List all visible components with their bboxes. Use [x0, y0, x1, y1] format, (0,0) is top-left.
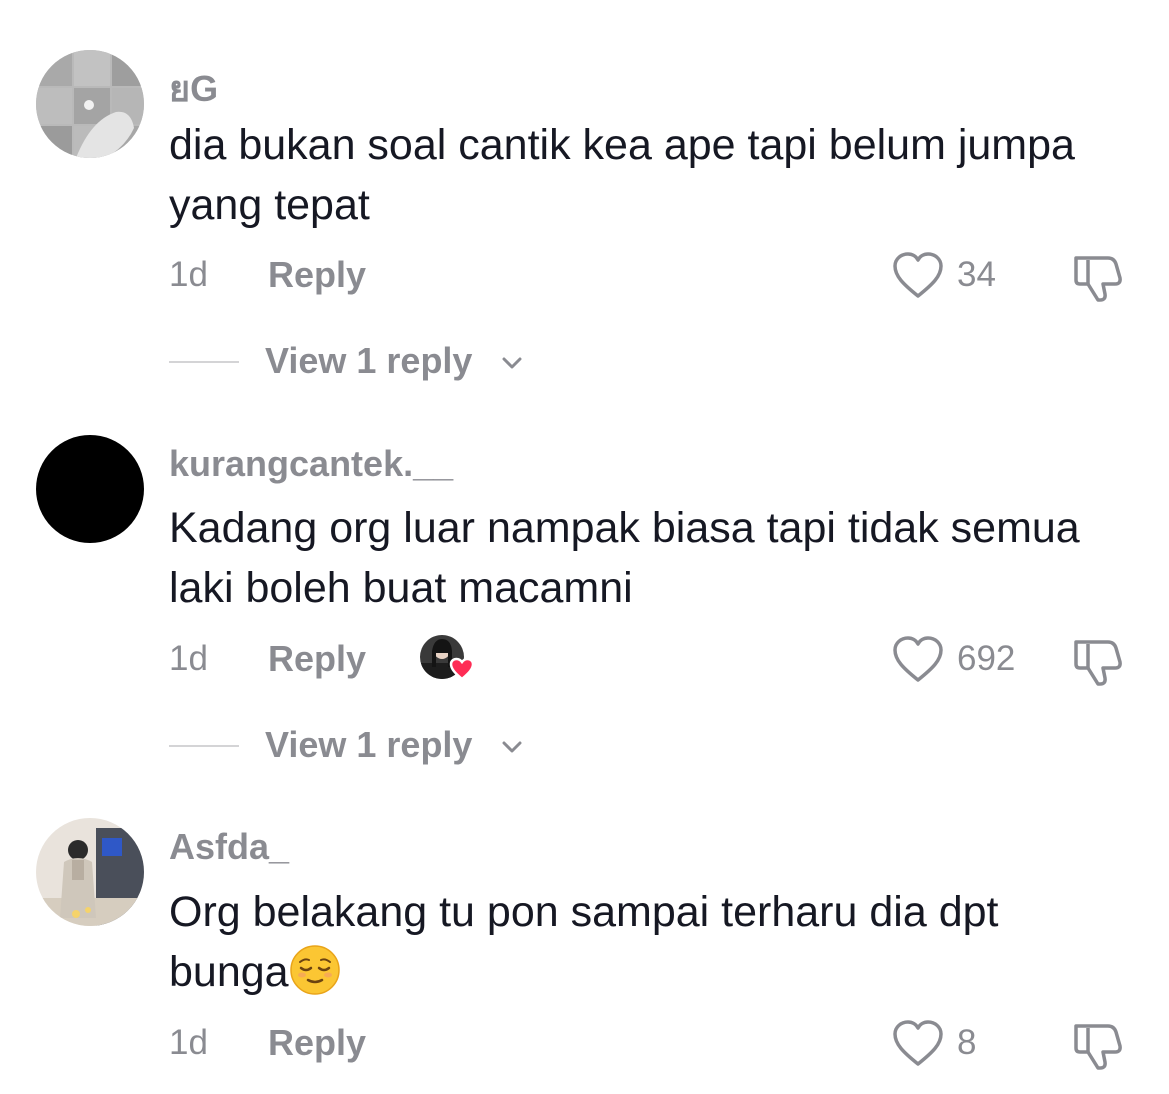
view-replies-label: View 1 reply	[265, 724, 473, 765]
avatar[interactable]	[36, 50, 144, 158]
chevron-down-icon	[502, 357, 522, 369]
comment-time: 1d	[169, 1023, 208, 1062]
creator-liked-badge	[420, 635, 475, 681]
username[interactable]: ยG	[169, 60, 218, 117]
username[interactable]: Asfda_	[169, 826, 289, 868]
reply-button[interactable]: Reply	[268, 638, 366, 680]
comment-time: 1d	[169, 255, 208, 294]
reply-button[interactable]: Reply	[268, 1022, 366, 1064]
comment-time: 1d	[169, 639, 208, 678]
divider-line	[169, 745, 239, 747]
black-circle-avatar-icon	[36, 435, 144, 543]
comment-text: dia bukan soal cantik kea ape tapi belum…	[169, 121, 1075, 229]
view-replies-label: View 1 reply	[265, 340, 473, 381]
username[interactable]: kurangcantek.__	[169, 443, 453, 485]
dislike-icon[interactable]	[1070, 250, 1124, 304]
comment-text: Kadang org luar nampak biasa tapi tidak …	[169, 504, 1080, 612]
divider-line	[169, 361, 239, 363]
photo-avatar-icon	[36, 50, 144, 158]
heart-icon[interactable]	[891, 1018, 945, 1068]
avatar[interactable]	[36, 818, 144, 926]
heart-icon[interactable]	[891, 634, 945, 684]
dislike-icon[interactable]	[1070, 634, 1124, 688]
relieved-face-emoji-icon	[289, 945, 340, 995]
reply-button[interactable]: Reply	[268, 254, 366, 296]
like-count: 34	[957, 255, 996, 294]
dislike-icon[interactable]	[1070, 1018, 1124, 1072]
like-count: 8	[957, 1023, 977, 1062]
heart-icon[interactable]	[891, 250, 945, 300]
chevron-down-icon	[502, 741, 522, 753]
comment-text: Org belakang tu pon sampai terharu dia d…	[169, 882, 1129, 1002]
like-count: 692	[957, 639, 1016, 678]
avatar[interactable]	[36, 435, 144, 543]
photo-avatar-icon	[36, 818, 144, 926]
